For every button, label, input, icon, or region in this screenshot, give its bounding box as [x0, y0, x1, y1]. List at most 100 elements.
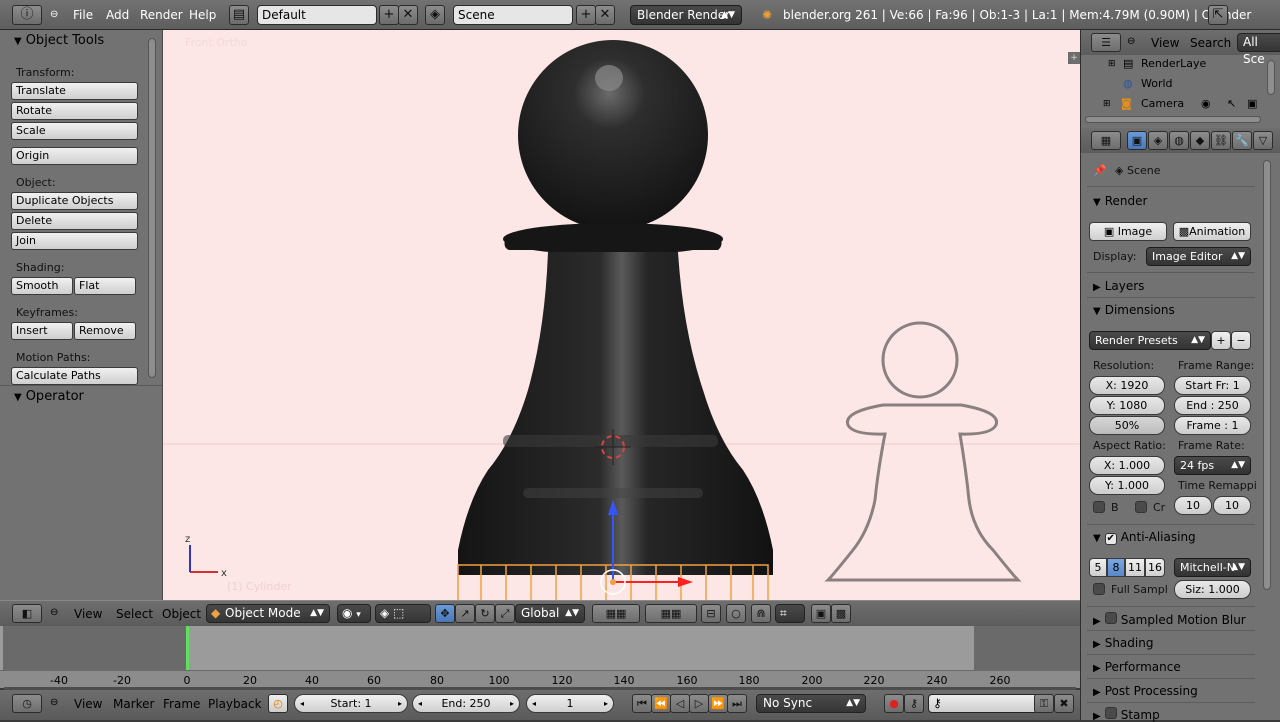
- menu-view[interactable]: View: [74, 697, 102, 711]
- modifiers-context-icon[interactable]: 🔧: [1232, 131, 1252, 150]
- remap-old-field[interactable]: 10: [1174, 496, 1212, 515]
- rotate-button[interactable]: Rotate: [11, 102, 138, 120]
- object-context-icon[interactable]: ◆: [1190, 131, 1210, 150]
- aa-samples-16[interactable]: 16: [1145, 558, 1165, 577]
- post-processing-panel-title[interactable]: ▶ Post Processing: [1093, 684, 1198, 698]
- preview-range-clock-icon[interactable]: ◴: [268, 694, 288, 713]
- shading-panel-title[interactable]: ▶ Shading: [1093, 636, 1153, 650]
- visibility-eye-icon[interactable]: ◉: [1201, 94, 1211, 114]
- menu-view[interactable]: View: [74, 607, 102, 621]
- translate-manipulator-icon[interactable]: ↗: [455, 604, 475, 623]
- frame-rate-dropdown[interactable]: 24 fps ▲▼: [1174, 456, 1251, 475]
- aa-samples-8[interactable]: 8: [1107, 558, 1125, 577]
- border-checkbox[interactable]: [1093, 501, 1105, 513]
- remove-preset-icon[interactable]: −: [1231, 331, 1251, 350]
- menu-help[interactable]: Help: [189, 5, 216, 25]
- tool-shelf-scrollbar[interactable]: [148, 38, 156, 378]
- pin-icon[interactable]: 📌: [1093, 164, 1107, 177]
- outliner-item-renderlayers[interactable]: ⊞ ▤ RenderLaye: [1081, 54, 1267, 74]
- remove-keyframe-button[interactable]: Remove: [74, 322, 136, 340]
- auto-keying-record-icon[interactable]: ●: [884, 694, 904, 713]
- editor-type-properties-button[interactable]: ▦: [1091, 131, 1121, 150]
- properties-scrollbar[interactable]: [1263, 160, 1271, 590]
- keying-set-icon[interactable]: ⚷: [904, 694, 924, 713]
- data-context-icon[interactable]: ▽: [1253, 131, 1273, 150]
- outliner-item-world[interactable]: ◍ World: [1081, 74, 1267, 94]
- render-engine-dropdown[interactable]: Blender Render ▲▼: [630, 5, 742, 25]
- outliner-scrollbar[interactable]: [1267, 60, 1275, 95]
- menu-file[interactable]: File: [73, 5, 93, 25]
- smooth-button[interactable]: Smooth: [11, 277, 73, 295]
- menu-view[interactable]: View: [1151, 36, 1179, 50]
- layers-panel-title[interactable]: ▶ Layers: [1093, 279, 1144, 293]
- layers-grid-left[interactable]: ▦▦: [592, 604, 640, 623]
- performance-panel-title[interactable]: ▶ Performance: [1093, 660, 1181, 674]
- render-panel-title[interactable]: ▼ Render: [1093, 194, 1147, 208]
- jump-to-prev-keyframe-icon[interactable]: ⏪: [651, 694, 671, 713]
- resolution-percentage-field[interactable]: 50%: [1089, 416, 1165, 435]
- 3d-viewport[interactable]: x z Front Ortho (1) Cylinder +: [163, 30, 1080, 600]
- join-button[interactable]: Join: [11, 232, 138, 250]
- constraints-context-icon[interactable]: ⛓: [1211, 131, 1231, 150]
- operator-panel-title[interactable]: ▼ Operator: [14, 387, 84, 407]
- flat-button[interactable]: Flat: [74, 277, 136, 295]
- expand-icon[interactable]: ⊞: [1108, 54, 1116, 74]
- interaction-mode-dropdown[interactable]: ◆ Object Mode ▲▼: [206, 604, 330, 623]
- resolution-x-field[interactable]: X: 1920: [1089, 376, 1165, 395]
- motion-blur-checkbox[interactable]: [1104, 612, 1117, 624]
- menu-add[interactable]: Add: [106, 5, 129, 25]
- screen-layout-field[interactable]: Default: [257, 5, 377, 25]
- expand-icon[interactable]: ⊞: [1103, 94, 1111, 114]
- calculate-paths-button[interactable]: Calculate Paths: [11, 367, 138, 385]
- collapse-menu-icon[interactable]: ⊖: [50, 607, 58, 618]
- editor-type-3d-view-button[interactable]: ◧: [12, 604, 42, 623]
- menu-search[interactable]: Search: [1190, 36, 1231, 50]
- anti-aliasing-panel-title[interactable]: ▼ ✔ Anti-Aliasing: [1093, 530, 1196, 545]
- display-mode-dropdown[interactable]: All Sce: [1237, 33, 1280, 66]
- resolution-y-field[interactable]: Y: 1080: [1089, 396, 1165, 415]
- jump-to-next-keyframe-icon[interactable]: ⏩: [708, 694, 728, 713]
- end-frame-field[interactable]: End : 250: [1174, 396, 1251, 415]
- end-frame-field[interactable]: ◂ End: 250 ▸: [412, 694, 520, 713]
- delete-button[interactable]: Delete: [11, 212, 138, 230]
- snap-element-dropdown[interactable]: ⌗: [775, 604, 805, 623]
- render-animation-button[interactable]: ▩Animation: [1173, 222, 1251, 241]
- add-preset-icon[interactable]: +: [1211, 331, 1231, 350]
- full-sample-checkbox[interactable]: [1093, 583, 1105, 595]
- sync-mode-dropdown[interactable]: No Sync ▲▼: [756, 694, 866, 713]
- start-frame-field[interactable]: ◂ Start: 1 ▸: [294, 694, 408, 713]
- render-context-icon[interactable]: ▣: [1127, 131, 1147, 150]
- origin-button[interactable]: Origin: [11, 147, 138, 165]
- scene-icon[interactable]: ◈: [425, 5, 445, 25]
- jump-to-start-icon[interactable]: ⏮: [632, 694, 652, 713]
- aa-filter-dropdown[interactable]: Mitchell-N ▲▼: [1174, 558, 1251, 577]
- scene-context-icon[interactable]: ◈: [1148, 131, 1168, 150]
- viewport-shading-dropdown[interactable]: ◉ ▾: [337, 604, 371, 623]
- frame-ruler[interactable]: -40 -20 0 20 40 60 80 100 120 140 160 18…: [0, 670, 1080, 688]
- rotate-manipulator-icon[interactable]: ↻: [475, 604, 495, 623]
- screen-layout-icon[interactable]: ▤: [229, 5, 249, 25]
- current-frame-field[interactable]: ◂ 1 ▸: [526, 694, 614, 713]
- fullscreen-toggle-icon[interactable]: ⇱: [1208, 5, 1228, 25]
- crop-checkbox[interactable]: [1135, 501, 1147, 513]
- aa-samples-11[interactable]: 11: [1125, 558, 1145, 577]
- render-image-button[interactable]: ▣ Image: [1089, 222, 1167, 241]
- insert-keyframe-button[interactable]: Insert: [11, 322, 73, 340]
- editor-type-timeline-button[interactable]: ◷: [12, 694, 42, 713]
- jump-to-end-icon[interactable]: ⏭: [727, 694, 747, 713]
- timeline-area[interactable]: -40 -20 0 20 40 60 80 100 120 140 160 18…: [0, 626, 1080, 688]
- editor-type-outliner-button[interactable]: ☰: [1091, 33, 1121, 52]
- lock-layers-icon[interactable]: ⊟: [701, 604, 721, 623]
- proportional-edit-icon[interactable]: ○: [726, 604, 746, 623]
- pivot-point-dropdown[interactable]: ◈ ⬚: [375, 604, 431, 623]
- add-layout-icon[interactable]: +: [379, 5, 399, 25]
- menu-frame[interactable]: Frame: [163, 697, 200, 711]
- world-context-icon[interactable]: ◍: [1169, 131, 1189, 150]
- play-icon[interactable]: ▷: [689, 694, 709, 713]
- render-animation-icon[interactable]: ▩: [831, 604, 851, 623]
- editor-type-info-button[interactable]: ⓘ: [12, 5, 42, 25]
- render-presets-dropdown[interactable]: Render Presets ▲▼: [1089, 331, 1211, 350]
- remove-layout-icon[interactable]: ✕: [398, 5, 418, 25]
- active-keying-set-field[interactable]: ⚷: [928, 694, 1038, 713]
- scene-field[interactable]: Scene: [453, 5, 573, 25]
